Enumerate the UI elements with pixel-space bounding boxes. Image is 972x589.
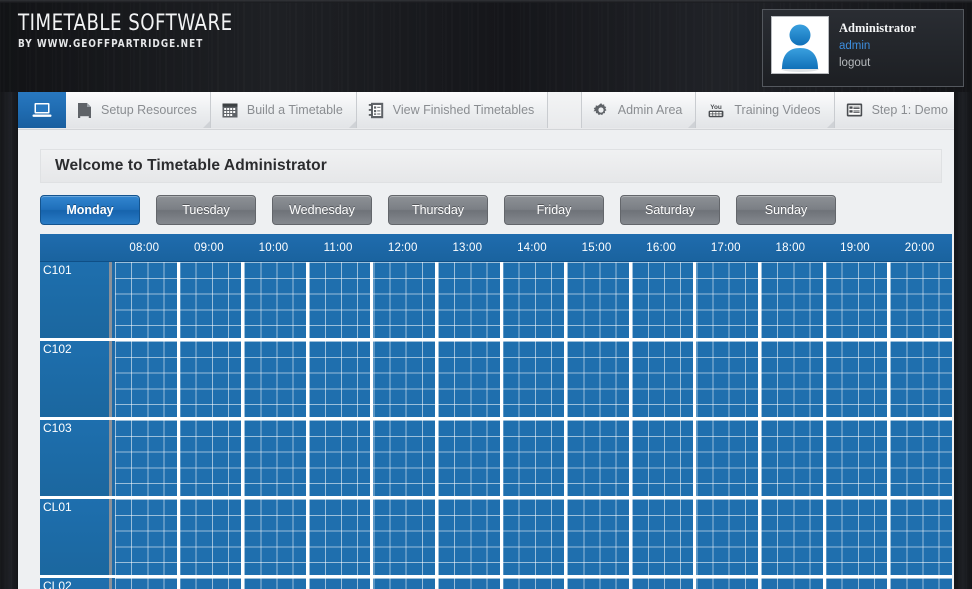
secondary-nav: Admin Area You Training Vi xyxy=(581,92,962,130)
day-button-tuesday[interactable]: Tuesday xyxy=(156,195,256,225)
room-slot-grid[interactable] xyxy=(115,341,952,417)
primary-nav: Setup Resources xyxy=(18,92,548,130)
left-frame-border xyxy=(0,92,18,589)
room-slot-grid[interactable] xyxy=(115,420,952,496)
room-label: C103 xyxy=(40,420,112,496)
document-icon xyxy=(77,102,92,119)
room-label: C101 xyxy=(40,262,112,338)
room-slot-grid[interactable] xyxy=(115,578,952,589)
calendar-icon xyxy=(222,102,238,118)
nav-label: Build a Timetable xyxy=(247,103,343,117)
hour-label: 15:00 xyxy=(564,234,629,262)
home-monitor-icon xyxy=(32,102,52,118)
app-window: TIMETABLE SOFTWARE BY WWW.GEOFFPARTRIDGE… xyxy=(0,0,972,589)
room-label: CL01 xyxy=(40,499,112,575)
navigation-bar: Setup Resources xyxy=(0,92,972,130)
timetable-room-row: C102 xyxy=(40,341,952,420)
youtube-icon: You xyxy=(707,102,725,119)
page-title: Welcome to Timetable Administrator xyxy=(55,157,327,175)
avatar xyxy=(771,16,829,74)
hour-label: 19:00 xyxy=(823,234,888,262)
main-content: Welcome to Timetable Administrator Monda… xyxy=(18,131,954,589)
app-logo: TIMETABLE SOFTWARE BY WWW.GEOFFPARTRIDGE… xyxy=(18,11,251,50)
logo-subtitle: BY WWW.GEOFFPARTRIDGE.NET xyxy=(18,38,237,50)
nav-label: Training Videos xyxy=(734,103,820,117)
timetable: 08:0009:0010:0011:0012:0013:0014:0015:00… xyxy=(40,234,952,589)
user-name: Administrator xyxy=(839,21,916,37)
page-title-bar: Welcome to Timetable Administrator xyxy=(40,149,942,183)
nav-item-setup-resources[interactable]: Setup Resources xyxy=(66,92,211,128)
nav-item-build-timetable[interactable]: Build a Timetable xyxy=(211,92,357,128)
timetable-room-row: CL01 xyxy=(40,499,952,578)
day-button-saturday[interactable]: Saturday xyxy=(620,195,720,225)
user-account-link[interactable]: admin xyxy=(839,39,916,53)
gear-icon xyxy=(593,102,609,118)
hour-label: 20:00 xyxy=(887,234,952,262)
hour-label: 08:00 xyxy=(112,234,177,262)
timetable-corner-cell xyxy=(40,234,112,262)
nav-item-training-videos[interactable]: You Training Videos xyxy=(696,92,834,128)
nav-label: Step 1: Demo xyxy=(872,103,948,117)
hour-label: 17:00 xyxy=(693,234,758,262)
nav-item-home[interactable] xyxy=(18,92,66,128)
nav-item-admin-area[interactable]: Admin Area xyxy=(581,92,697,128)
nav-item-view-finished-timetables[interactable]: View Finished Timetables xyxy=(357,92,549,128)
timetable-body: C101C102C103CL01 CL02 xyxy=(40,262,952,589)
user-panel: Administrator admin logout xyxy=(762,9,964,87)
hour-label: 14:00 xyxy=(500,234,565,262)
top-header: TIMETABLE SOFTWARE BY WWW.GEOFFPARTRIDGE… xyxy=(0,0,972,92)
user-info: Administrator admin logout xyxy=(839,16,916,70)
nav-item-step-1-demo[interactable]: Step 1: Demo xyxy=(835,92,962,128)
hour-label: 12:00 xyxy=(370,234,435,262)
room-slot-grid[interactable] xyxy=(115,499,952,575)
right-frame-border xyxy=(954,92,972,589)
hour-label: 13:00 xyxy=(435,234,500,262)
day-selector: Monday Tuesday Wednesday Thursday Friday Satu… xyxy=(40,195,942,225)
notebook-icon xyxy=(368,102,384,119)
day-button-monday[interactable]: Monday xyxy=(40,195,140,225)
hour-label: 18:00 xyxy=(758,234,823,262)
day-button-friday[interactable]: Friday xyxy=(504,195,604,225)
timetable-header: 08:0009:0010:0011:0012:0013:0014:0015:00… xyxy=(40,234,952,262)
nav-label: Setup Resources xyxy=(101,103,197,117)
timetable-room-row: C101 xyxy=(40,262,952,341)
day-button-wednesday[interactable]: Wednesday xyxy=(272,195,372,225)
hour-label: 11:00 xyxy=(306,234,371,262)
logo-title: TIMETABLE SOFTWARE xyxy=(18,11,233,36)
nav-label: View Finished Timetables xyxy=(393,103,535,117)
hour-label: 09:00 xyxy=(177,234,242,262)
timetable-hour-labels: 08:0009:0010:0011:0012:0013:0014:0015:00… xyxy=(112,234,952,262)
day-button-thursday[interactable]: Thursday xyxy=(388,195,488,225)
hour-label: 10:00 xyxy=(241,234,306,262)
timetable-room-row: CL02 xyxy=(40,578,952,589)
logout-link[interactable]: logout xyxy=(839,56,916,70)
list-card-icon xyxy=(846,102,863,118)
timetable-room-row: C103 xyxy=(40,420,952,499)
nav-label: Admin Area xyxy=(618,103,683,117)
room-label: C102 xyxy=(40,341,112,417)
room-label: CL02 xyxy=(40,578,112,589)
hour-label: 16:00 xyxy=(629,234,694,262)
day-button-sunday[interactable]: Sunday xyxy=(736,195,836,225)
room-slot-grid[interactable] xyxy=(115,262,952,338)
user-avatar-icon xyxy=(776,21,824,73)
svg-text:You: You xyxy=(711,104,723,111)
